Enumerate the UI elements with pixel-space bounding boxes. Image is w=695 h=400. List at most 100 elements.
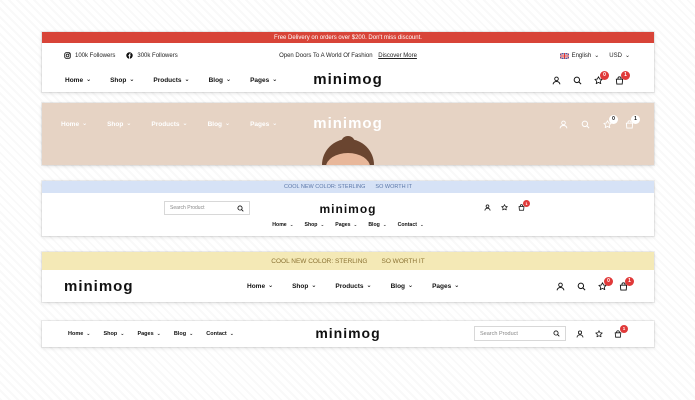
nav-item-blog[interactable]: Blog ⌄ [174,331,193,337]
instagram-followers[interactable]: 100k Followers [75,53,115,59]
nav-item-products[interactable]: Products ⌄ [151,121,187,128]
wishlist-count-badge: 0 [600,70,609,80]
main-nav: Home ⌄ Shop ⌄ Products ⌄ Blog ⌄ Pages ⌄ [247,283,459,290]
nav-item-blog[interactable]: Blog ⌄ [209,77,231,84]
header-actions: 0 1 [552,70,630,85]
chevron-down-icon: ⌄ [86,330,91,337]
main-nav: Home ⌄ Shop ⌄ Pages ⌄ Blog ⌄ Contact ⌄ [68,331,234,337]
nav-item-home[interactable]: Home ⌄ [272,222,293,228]
nav-item-pages[interactable]: Pages ⌄ [250,121,277,128]
account-icon[interactable] [552,76,561,85]
nav-item-pages[interactable]: Pages ⌄ [335,222,357,228]
search-icon[interactable] [237,204,244,212]
language-select[interactable]: English [572,53,592,59]
wishlist-icon[interactable] [501,204,508,211]
site-logo[interactable]: minimog [313,71,383,88]
promo-text: Open Doors To A World Of Fashion [279,52,373,59]
main-navbar: Home ⌄ Shop ⌄ Pages ⌄ Blog ⌄ Contact ⌄ minimo… [42,321,654,347]
nav-item-shop[interactable]: Shop ⌄ [292,283,316,290]
account-icon[interactable] [556,282,565,291]
chevron-down-icon: ⌄ [454,283,460,289]
facebook-followers[interactable]: 300k Followers [137,53,177,59]
nav-item-home[interactable]: Home ⌄ [61,121,87,128]
nav-item-products[interactable]: Products ⌄ [153,77,189,84]
site-logo[interactable]: minimog [313,115,383,132]
main-nav: Home ⌄ Shop ⌄ Products ⌄ Blog ⌄ Pages ⌄ [65,77,277,84]
chevron-down-icon: ⌄ [229,330,234,337]
chevron-down-icon: ⌄ [419,221,424,227]
search-icon[interactable] [581,120,590,129]
main-navbar: minimog Home ⌄ Shop ⌄ Products ⌄ Blog ⌄ Page… [42,270,654,302]
chevron-down-icon: ⌄ [289,221,294,227]
search-box[interactable] [164,201,250,215]
chevron-down-icon: ⌄ [86,77,92,83]
wishlist-count-badge: 0 [609,114,618,124]
nav-item-shop[interactable]: Shop ⌄ [304,222,324,228]
nav-item-shop[interactable]: Shop ⌄ [107,121,131,128]
nav-item-home[interactable]: Home ⌄ [65,77,91,84]
nav-item-blog[interactable]: Blog ⌄ [208,121,230,128]
chevron-down-icon: ⌄ [225,121,231,127]
announcement-text: Free Delivery on orders over $200. Don't… [274,34,422,41]
announcement-bar: COOL NEW COLOR: STERLING SO WORTH IT [42,252,654,270]
chevron-down-icon: ⌄ [382,221,387,227]
cart-icon[interactable]: 1 [625,114,640,129]
nav-item-contact[interactable]: Contact ⌄ [206,331,234,337]
wishlist-icon[interactable] [595,330,603,338]
currency-select[interactable]: USD [609,53,622,59]
search-input[interactable] [480,330,550,337]
search-icon[interactable] [573,76,582,85]
nav-item-home[interactable]: Home ⌄ [68,331,90,337]
search-box[interactable] [474,326,566,341]
nav-item-blog[interactable]: Blog ⌄ [391,283,413,290]
account-icon[interactable] [484,204,491,211]
chevron-down-icon: ⌄ [182,121,188,127]
cart-count-badge: 1 [631,114,640,124]
cart-icon[interactable]: 1 [614,325,628,338]
announcement-link[interactable]: SO WORTH IT [375,184,412,190]
chevron-down-icon: ⌄ [82,121,88,127]
account-icon[interactable] [559,120,568,129]
announcement-link[interactable]: SO WORTH IT [381,258,424,265]
nav-item-shop[interactable]: Shop ⌄ [110,77,134,84]
discover-more-link[interactable]: Discover More [378,53,417,59]
info-bar: 100k Followers 300k Followers Open Doors… [42,43,654,68]
search-icon[interactable] [577,282,586,291]
header-variant-2-transparent: Home ⌄ Shop ⌄ Products ⌄ Blog ⌄ Pages ⌄ minim… [42,103,654,165]
site-logo[interactable]: minimog [64,278,134,295]
nav-item-pages[interactable]: Pages ⌄ [250,77,277,84]
wishlist-icon[interactable]: 0 [594,70,609,85]
site-logo[interactable]: minimog [320,202,377,216]
cart-count-badge: 1 [621,70,630,80]
facebook-icon[interactable] [126,52,134,59]
account-icon[interactable] [576,330,584,338]
nav-item-contact[interactable]: Contact ⌄ [398,222,424,228]
instagram-icon[interactable] [64,52,71,59]
search-icon[interactable] [553,330,560,337]
header-actions: 1 [576,325,628,338]
search-input[interactable] [170,205,237,211]
chevron-down-icon: ⌄ [189,330,194,337]
chevron-down-icon: ⌄ [408,283,414,289]
cart-icon[interactable]: 1 [518,200,530,211]
header-variant-1: Free Delivery on orders over $200. Don't… [42,32,654,92]
header-variant-3: COOL NEW COLOR: STERLING SO WORTH IT min… [42,181,654,236]
chevron-down-icon: ⌄ [120,330,125,337]
cart-icon[interactable]: 1 [619,276,634,291]
site-logo[interactable]: minimog [315,325,380,341]
wishlist-icon[interactable]: 0 [603,114,618,129]
header-actions: 0 1 [559,114,640,129]
chevron-down-icon: ⌄ [353,221,358,227]
nav-item-pages[interactable]: Pages ⌄ [137,331,160,337]
chevron-down-icon: ⌄ [126,121,132,127]
chevron-down-icon: ⌄ [272,77,278,83]
cart-icon[interactable]: 1 [615,70,630,85]
nav-item-products[interactable]: Products ⌄ [335,283,371,290]
nav-item-blog[interactable]: Blog ⌄ [368,222,386,228]
wishlist-icon[interactable]: 0 [598,276,613,291]
chevron-down-icon: ⌄ [226,77,232,83]
nav-item-home[interactable]: Home ⌄ [247,283,273,290]
nav-item-shop[interactable]: Shop ⌄ [103,331,124,337]
nav-item-pages[interactable]: Pages ⌄ [432,283,459,290]
chevron-down-icon: ⌄ [268,283,274,289]
